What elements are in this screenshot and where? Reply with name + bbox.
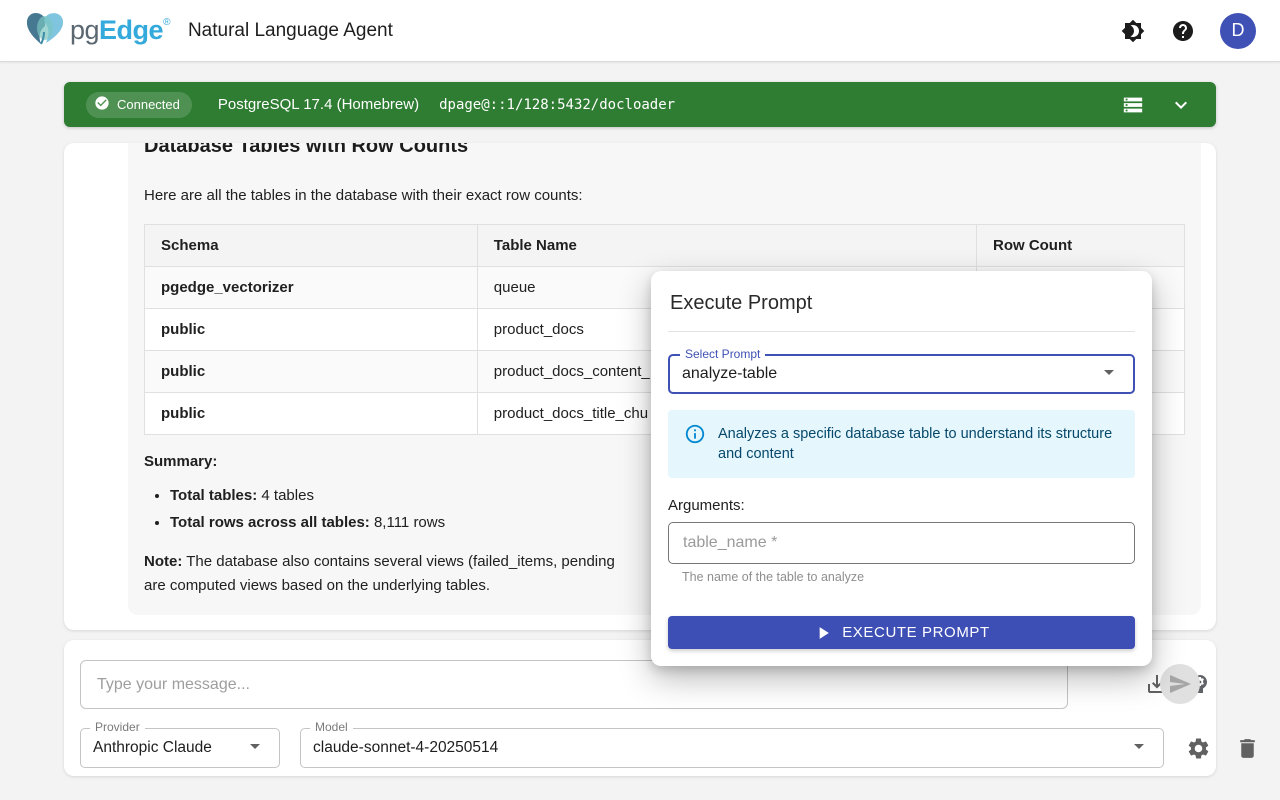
help-icon[interactable] xyxy=(1170,18,1196,44)
message-heading: Database Tables with Row Counts xyxy=(144,143,1185,159)
chevron-down-icon xyxy=(1127,734,1151,763)
model-select-value: claude-sonnet-4-20250514 xyxy=(313,739,498,757)
execute-prompt-button[interactable]: EXECUTE PROMPT xyxy=(668,616,1135,649)
dark-mode-toggle-icon[interactable] xyxy=(1120,18,1146,44)
provider-select-label: Provider xyxy=(90,720,145,734)
info-icon xyxy=(684,423,706,451)
prompt-select-label: Select Prompt xyxy=(680,347,765,361)
pgedge-logo-text: pgEdge® xyxy=(70,15,170,46)
table-cell: pgedge_vectorizer xyxy=(145,267,478,309)
model-select[interactable]: Model claude-sonnet-4-20250514 xyxy=(300,728,1164,768)
table-cell: public xyxy=(145,393,478,435)
connection-status-badge: Connected xyxy=(86,92,192,118)
column-header-schema: Schema xyxy=(145,225,478,267)
chevron-down-icon xyxy=(243,734,267,763)
prompt-info-alert: Analyzes a specific database table to un… xyxy=(668,410,1135,478)
delete-icon[interactable] xyxy=(1234,735,1260,761)
prompt-select[interactable]: Select Prompt analyze-table xyxy=(668,354,1135,394)
connection-status-label: Connected xyxy=(117,97,180,112)
app-header: pgEdge® Natural Language Agent D xyxy=(0,0,1280,62)
send-icon xyxy=(1168,672,1192,696)
play-arrow-icon xyxy=(813,623,833,643)
provider-select[interactable]: Provider Anthropic Claude xyxy=(80,728,280,768)
user-avatar[interactable]: D xyxy=(1220,13,1256,49)
message-intro: Here are all the tables in the database … xyxy=(144,185,1185,207)
provider-select-value: Anthropic Claude xyxy=(93,739,212,757)
prompt-description: Analyzes a specific database table to un… xyxy=(718,424,1119,464)
table-name-input[interactable] xyxy=(668,522,1135,564)
send-button[interactable] xyxy=(1160,664,1200,704)
table-name-helper-text: The name of the table to analyze xyxy=(682,570,1135,584)
collapse-chevron-icon[interactable] xyxy=(1168,92,1194,118)
chevron-down-icon xyxy=(1097,360,1121,389)
settings-icon[interactable] xyxy=(1185,735,1211,761)
connection-bar: Connected PostgreSQL 17.4 (Homebrew) dpa… xyxy=(64,82,1216,127)
pgedge-logo-icon xyxy=(24,8,68,53)
server-version: PostgreSQL 17.4 (Homebrew) xyxy=(218,96,419,113)
page-title: Natural Language Agent xyxy=(188,20,393,42)
storage-icon[interactable] xyxy=(1120,92,1146,118)
model-select-label: Model xyxy=(310,720,353,734)
column-header-row-count: Row Count xyxy=(976,225,1184,267)
dialog-divider xyxy=(668,331,1135,332)
table-cell: public xyxy=(145,351,478,393)
execute-prompt-dialog: Execute Prompt Select Prompt analyze-tab… xyxy=(651,271,1152,666)
table-header-row: Schema Table Name Row Count xyxy=(145,225,1185,267)
pgedge-logo: pgEdge® xyxy=(24,8,170,53)
table-cell: public xyxy=(145,309,478,351)
check-circle-icon xyxy=(94,95,110,114)
column-header-table-name: Table Name xyxy=(477,225,976,267)
dialog-title: Execute Prompt xyxy=(668,271,1135,331)
arguments-label: Arguments: xyxy=(668,497,1135,514)
connection-string: dpage@::1/128:5432/docloader xyxy=(439,97,675,113)
prompt-select-value: analyze-table xyxy=(682,365,777,383)
message-input[interactable] xyxy=(80,660,1068,709)
